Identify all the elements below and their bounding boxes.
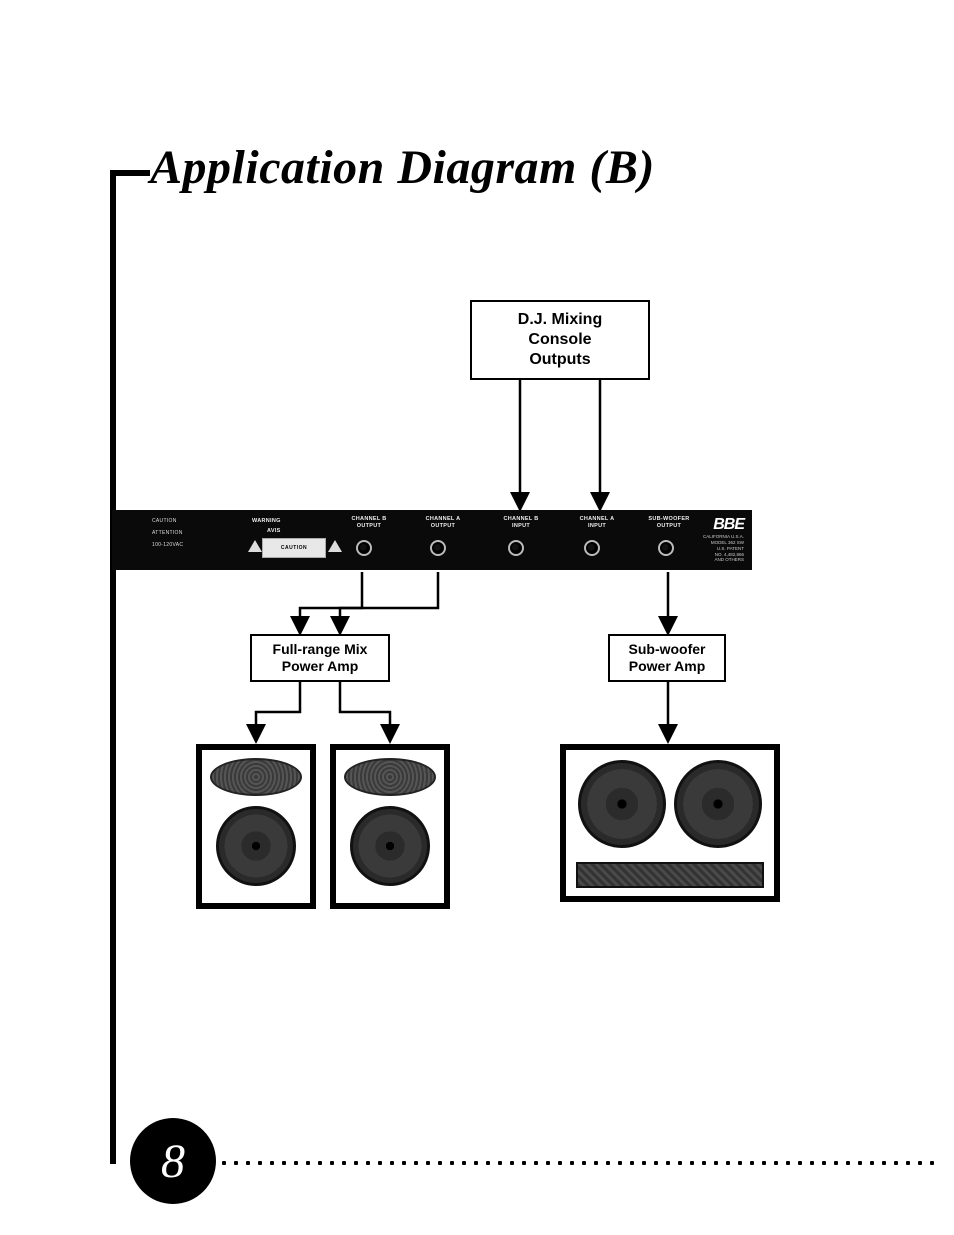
jack-label: CHANNEL B OUTPUT <box>344 516 394 529</box>
fullrange-speaker-right <box>330 744 450 909</box>
fullrange-amp-box: Full-range Mix Power Amp <box>250 634 390 682</box>
speaker-horn-icon <box>344 758 436 796</box>
warning-triangle-icon <box>328 540 342 552</box>
caution-plate: CAUTION <box>262 538 326 558</box>
mixing-console-box: D.J. Mixing Console Outputs <box>470 300 650 380</box>
jack-label: SUB-WOOFER OUTPUT <box>642 516 696 529</box>
page-number-badge: 8 <box>130 1118 216 1204</box>
speaker-horn-icon <box>210 758 302 796</box>
fullrange-amp-label: Full-range Mix Power Amp <box>273 641 368 676</box>
rack-warning-label: WARNING <box>252 518 281 525</box>
rack-left-warnings: CAUTION ATTENTION 100-120VAC <box>152 518 183 548</box>
rack-brand-sub: CALIFORNIA U.S.A. MODEL 362 SW U.S. PATE… <box>703 534 744 563</box>
channel-a-input-jack <box>584 540 600 556</box>
subwoofer-driver-icon <box>674 760 762 848</box>
subwoofer-output-jack <box>658 540 674 556</box>
rack-unit: CAUTION ATTENTION 100-120VAC WARNING AVI… <box>112 510 752 570</box>
channel-b-output-jack <box>356 540 372 556</box>
warning-triangle-icon <box>248 540 262 552</box>
subwoofer-cabinet <box>560 744 780 902</box>
page-number: 8 <box>161 1134 185 1189</box>
page-title: Application Diagram (B) <box>150 140 655 195</box>
speaker-woofer-icon <box>216 806 296 886</box>
fullrange-speaker-left <box>196 744 316 909</box>
subwoofer-port-icon <box>576 862 764 888</box>
subwoofer-amp-label: Sub-woofer Power Amp <box>629 641 706 676</box>
dotted-rule <box>206 1158 936 1168</box>
mixing-console-label: D.J. Mixing Console Outputs <box>518 310 602 370</box>
subwoofer-driver-icon <box>578 760 666 848</box>
rack-brand-logo: BBE <box>713 516 744 534</box>
title-rule-stem <box>110 170 150 176</box>
rack-avis-label: AVIS <box>267 528 281 535</box>
channel-b-input-jack <box>508 540 524 556</box>
jack-label: CHANNEL B INPUT <box>496 516 546 529</box>
page: Application Diagram (B) D.J. Mixing Cons… <box>0 0 954 1235</box>
jack-label: CHANNEL A INPUT <box>572 516 622 529</box>
left-margin-rule <box>110 170 116 1164</box>
subwoofer-amp-box: Sub-woofer Power Amp <box>608 634 726 682</box>
channel-a-output-jack <box>430 540 446 556</box>
speaker-woofer-icon <box>350 806 430 886</box>
jack-label: CHANNEL A OUTPUT <box>418 516 468 529</box>
